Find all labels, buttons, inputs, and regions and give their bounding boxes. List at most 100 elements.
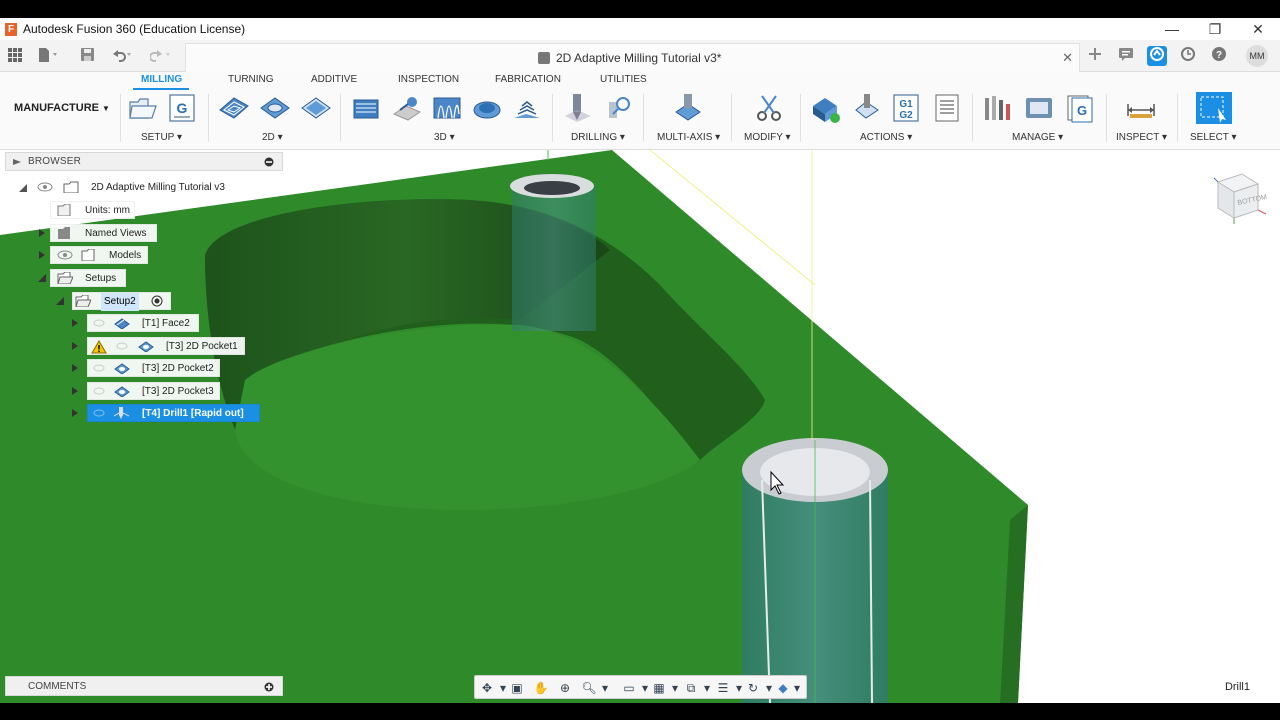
viewports-icon[interactable]: ⧉ [683, 680, 699, 696]
chevron-down-icon[interactable]: ▾ [597, 680, 613, 696]
simulate-icon[interactable] [811, 94, 840, 123]
3d-adaptive-icon[interactable] [352, 94, 380, 122]
chevron-down-icon[interactable]: ▾ [699, 680, 715, 696]
tab-fabrication[interactable]: FABRICATION [495, 74, 561, 85]
tree-item-2d-pocket1[interactable]: [T3] 2D Pocket1 [87, 337, 245, 355]
group-setup[interactable]: SETUP ▾ [141, 132, 182, 143]
setup-folder-icon[interactable] [128, 94, 157, 122]
expand-arrow-icon[interactable] [37, 228, 47, 238]
face-icon[interactable] [300, 94, 331, 122]
tab-inspection[interactable]: INSPECTION [398, 74, 459, 85]
tree-item-units[interactable]: Units: mm [50, 201, 135, 219]
simulate-machine-icon[interactable] [852, 94, 880, 122]
group-actions[interactable]: ACTIONS ▾ [860, 132, 912, 143]
job-status-icon[interactable] [1147, 46, 1167, 66]
tab-milling[interactable]: MILLING [141, 74, 182, 85]
expand-arrow-icon[interactable] [70, 408, 80, 418]
expand-arrow-icon[interactable] [70, 318, 80, 328]
tree-item-named-views[interactable]: Named Views [50, 224, 157, 242]
tree-item-setup2[interactable]: Setup2 [72, 292, 171, 311]
group-manage[interactable]: MANAGE ▾ [1012, 132, 1063, 143]
scissors-icon[interactable] [754, 94, 782, 122]
active-setup-radio-icon[interactable] [151, 295, 165, 307]
zoom-icon[interactable]: ⊕ [557, 680, 573, 696]
expand-arrow-icon[interactable] [70, 341, 80, 351]
orbit-icon[interactable]: ✥ [479, 680, 495, 696]
grid-icon[interactable]: ▦ [651, 680, 667, 696]
notifications-icon[interactable] [1116, 46, 1136, 66]
group-drilling[interactable]: DRILLING ▾ [571, 132, 625, 143]
collapse-arrow-icon[interactable] [18, 183, 28, 193]
visibility-icon[interactable] [92, 385, 106, 397]
3d-pocket-icon[interactable] [392, 94, 422, 122]
measure-icon[interactable] [1126, 94, 1155, 122]
machine-library-icon[interactable] [1024, 94, 1052, 122]
tree-item-models[interactable]: Models [50, 246, 148, 264]
group-select[interactable]: SELECT ▾ [1190, 132, 1237, 143]
workspace-switcher[interactable]: MANUFACTURE ▼ [12, 92, 112, 124]
file-icon[interactable] [38, 48, 58, 65]
2d-pocket-icon[interactable] [259, 94, 290, 122]
display-settings-icon[interactable]: ▭ [621, 680, 637, 696]
browser-panel-header[interactable]: BROWSER [5, 152, 283, 171]
multi-axis-icon[interactable] [672, 94, 701, 122]
undo-icon[interactable] [111, 48, 133, 65]
collapse-arrow-icon[interactable] [37, 273, 47, 283]
tree-item-face2[interactable]: [T1] Face2 [87, 314, 199, 332]
tab-additive[interactable]: ADDITIVE [311, 74, 357, 85]
drill-icon[interactable] [563, 94, 591, 122]
chevron-down-icon[interactable]: ▾ [667, 680, 683, 696]
post-library-icon[interactable]: G [1066, 94, 1094, 123]
app-grid-icon[interactable] [8, 48, 22, 65]
refresh-icon[interactable]: ↻ [745, 680, 761, 696]
tree-root-document[interactable]: 2D Adaptive Milling Tutorial v3 [15, 179, 235, 197]
close-tab-button[interactable]: ✕ [1062, 50, 1073, 66]
maximize-button[interactable]: ❐ [1195, 18, 1235, 40]
look-at-icon[interactable]: ▣ [509, 680, 525, 696]
pan-hand-icon[interactable]: ✋ [533, 680, 549, 696]
tree-item-2d-pocket2[interactable]: [T3] 2D Pocket2 [87, 359, 220, 377]
user-avatar[interactable]: MM [1246, 45, 1268, 67]
collapse-triangle-icon[interactable] [12, 158, 22, 166]
tree-item-setups[interactable]: Setups [50, 269, 126, 287]
new-tab-plus-icon[interactable] [1085, 46, 1105, 66]
tree-item-drill1[interactable]: [T4] Drill1 [Rapid out] [87, 404, 260, 422]
collapse-arrow-icon[interactable] [55, 296, 65, 306]
group-3d[interactable]: 3D ▾ [434, 132, 455, 143]
eye-icon[interactable] [57, 249, 73, 261]
nc-program-icon[interactable]: G [168, 94, 196, 122]
setup-sheet-icon[interactable] [933, 94, 961, 122]
comments-panel[interactable]: COMMENTS [5, 676, 283, 696]
group-inspect[interactable]: INSPECT ▾ [1116, 132, 1167, 143]
eye-icon[interactable] [37, 181, 53, 193]
visibility-icon[interactable] [92, 362, 106, 374]
expand-arrow-icon[interactable] [37, 250, 47, 260]
document-tab[interactable]: 2D Adaptive Milling Tutorial v3* ✕ [185, 43, 1080, 72]
visibility-icon[interactable] [115, 340, 129, 352]
scallop-icon[interactable] [472, 94, 501, 122]
select-icon[interactable] [1196, 92, 1232, 124]
group-2d[interactable]: 2D ▾ [262, 132, 283, 143]
canvas-viewport[interactable] [0, 150, 1280, 703]
redo-icon[interactable] [149, 48, 172, 65]
tree-item-2d-pocket3[interactable]: [T3] 2D Pocket3 [87, 382, 220, 400]
minimize-button[interactable]: — [1152, 18, 1192, 40]
viewcube[interactable]: BOTTOM [1212, 172, 1268, 224]
chevron-down-icon[interactable]: ▾ [789, 680, 805, 696]
contour-icon[interactable] [512, 94, 540, 122]
help-icon[interactable]: ? [1209, 46, 1229, 66]
minimize-panel-icon[interactable] [264, 157, 274, 167]
group-modify[interactable]: MODIFY ▾ [744, 132, 791, 143]
parallel-icon[interactable] [432, 94, 461, 122]
tab-utilities[interactable]: UTILITIES [600, 74, 647, 85]
history-clock-icon[interactable] [1178, 46, 1198, 66]
tab-turning[interactable]: TURNING [228, 74, 274, 85]
visibility-icon[interactable] [92, 317, 106, 329]
zoom-window-icon[interactable]: 🔍︎ [581, 680, 597, 696]
expand-arrow-icon[interactable] [70, 386, 80, 396]
2d-adaptive-icon[interactable] [218, 94, 249, 122]
hole-recognition-icon[interactable] [603, 94, 631, 122]
expand-arrow-icon[interactable] [70, 363, 80, 373]
visibility-icon[interactable] [92, 407, 106, 419]
post-process-icon[interactable]: G1 G2 [892, 94, 920, 122]
